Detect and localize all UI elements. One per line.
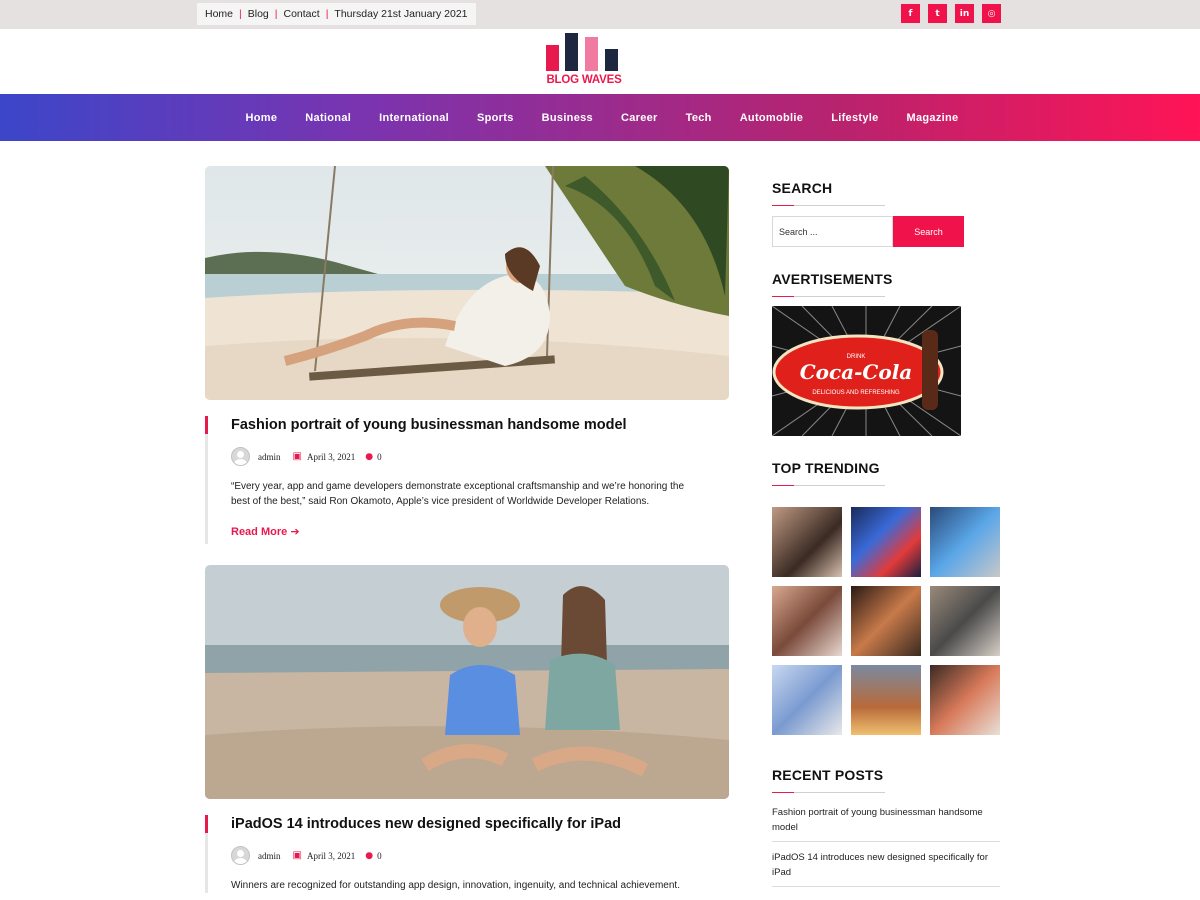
advertisement-banner[interactable]: Coca-Cola DELICIOUS AND REFRESHING DRINK [772,306,961,436]
ad-drink: DRINK [847,354,866,360]
separator: | [239,8,242,20]
logo-bar [565,33,578,71]
logo-bar [546,45,559,71]
trending-widget: TOP TRENDING [772,460,1000,735]
post-date[interactable]: April 3, 2021 [307,851,355,861]
nav-item-lifestyle[interactable]: Lifestyle [831,112,878,124]
trending-thumb[interactable] [930,507,1000,577]
ad-brand: Coca-Cola [800,360,913,384]
top-bar: Home | Blog | Contact | Thursday 21st Ja… [0,0,1200,29]
search-widget: SEARCH Search [772,180,1000,247]
nav-item-home[interactable]: Home [246,112,278,124]
avatar [231,447,250,466]
nav-item-sports[interactable]: Sports [477,112,514,124]
post-title[interactable]: iPadOS 14 introduces new designed specif… [231,815,729,833]
post-date[interactable]: April 3, 2021 [307,452,355,462]
separator: | [274,8,278,20]
recent-post-link[interactable]: iPadOS 14 introduces new designed specif… [772,842,1000,887]
trending-thumb[interactable] [772,586,842,656]
avatar [231,846,250,865]
beach-swing-photo [205,166,729,400]
trending-thumb[interactable] [930,586,1000,656]
title-underline [772,485,885,486]
top-nav: Home | Blog | Contact | Thursday 21st Ja… [197,3,476,25]
nav-item-tech[interactable]: Tech [686,112,712,124]
post-card: iPadOS 14 introduces new designed specif… [205,565,729,893]
post-meta: admin ▣ April 3, 2021 ● 0 [231,447,729,466]
logo-text: BLOG WAVES [546,74,622,86]
top-link-home[interactable]: Home [205,8,233,20]
widget-title: AVERTISEMENTS [772,271,893,287]
widget-title: TOP TRENDING [772,460,880,476]
calendar-icon: ▣ [292,451,302,462]
ads-widget: AVERTISEMENTS Coca-Cola DELICIOUS AND RE… [772,271,1000,436]
post-body: iPadOS 14 introduces new designed specif… [205,815,729,893]
nav-item-international[interactable]: International [379,112,449,124]
nav-item-national[interactable]: National [305,112,351,124]
trending-thumb[interactable] [851,665,921,735]
comment-icon: ● [365,850,374,861]
trending-grid [772,507,1000,735]
beach-friends-photo [205,565,729,799]
post-comments-count[interactable]: 0 [377,851,382,861]
post-card: Fashion portrait of young businessman ha… [205,166,729,544]
comment-icon: ● [365,451,374,462]
post-excerpt: Winners are recognized for outstanding a… [231,880,680,891]
post-author[interactable]: admin [258,452,281,462]
top-link-blog[interactable]: Blog [248,8,269,20]
post-body: Fashion portrait of young businessman ha… [205,416,729,544]
recent-posts-widget: RECENT POSTS Fashion portrait of young b… [772,767,1000,887]
nav-item-career[interactable]: Career [621,112,658,124]
ad-tagline: DELICIOUS AND REFRESHING [812,390,900,396]
search-button[interactable]: Search [893,216,964,247]
logo-bar [605,49,618,71]
logo-bar [585,37,598,71]
read-more-label: Read More [231,526,288,538]
nav-item-business[interactable]: Business [542,112,593,124]
separator: | [325,8,329,20]
top-date: Thursday 21st January 2021 [334,8,468,20]
trending-thumb[interactable] [851,507,921,577]
nav-item-automoblie[interactable]: Automoblie [740,112,804,124]
twitter-icon[interactable]: t [928,4,947,23]
trending-thumb[interactable] [772,665,842,735]
post-image[interactable] [205,166,729,400]
top-link-contact[interactable]: Contact [284,8,320,20]
trending-thumb[interactable] [772,507,842,577]
post-title[interactable]: Fashion portrait of young businessman ha… [231,416,729,434]
trending-thumb[interactable] [930,665,1000,735]
title-underline [772,205,885,206]
social-links: f t in ◎ [901,4,1001,23]
post-author[interactable]: admin [258,851,281,861]
post-meta: admin ▣ April 3, 2021 ● 0 [231,846,729,865]
facebook-icon[interactable]: f [901,4,920,23]
widget-title: SEARCH [772,180,833,196]
read-more-link[interactable]: Read More ➔ [231,525,729,544]
widget-title: RECENT POSTS [772,767,884,783]
search-input[interactable] [772,216,893,247]
instagram-icon[interactable]: ◎ [982,4,1001,23]
main-nav: Home National International Sports Busin… [0,94,1200,141]
post-excerpt: “Every year, app and game developers dem… [231,481,685,507]
trending-thumb[interactable] [851,586,921,656]
title-underline [772,296,885,297]
arrow-right-icon: ➔ [290,526,300,538]
calendar-icon: ▣ [292,850,302,861]
search-form: Search [772,216,1000,247]
site-logo[interactable]: BLOG WAVES [538,33,630,89]
post-image[interactable] [205,565,729,799]
coca-cola-ad-graphic: Coca-Cola DELICIOUS AND REFRESHING DRINK [772,306,961,436]
title-underline [772,792,885,793]
recent-post-link[interactable]: Fashion portrait of young businessman ha… [772,797,1000,842]
linkedin-icon[interactable]: in [955,4,974,23]
nav-item-magazine[interactable]: Magazine [907,112,959,124]
post-comments-count[interactable]: 0 [377,452,382,462]
